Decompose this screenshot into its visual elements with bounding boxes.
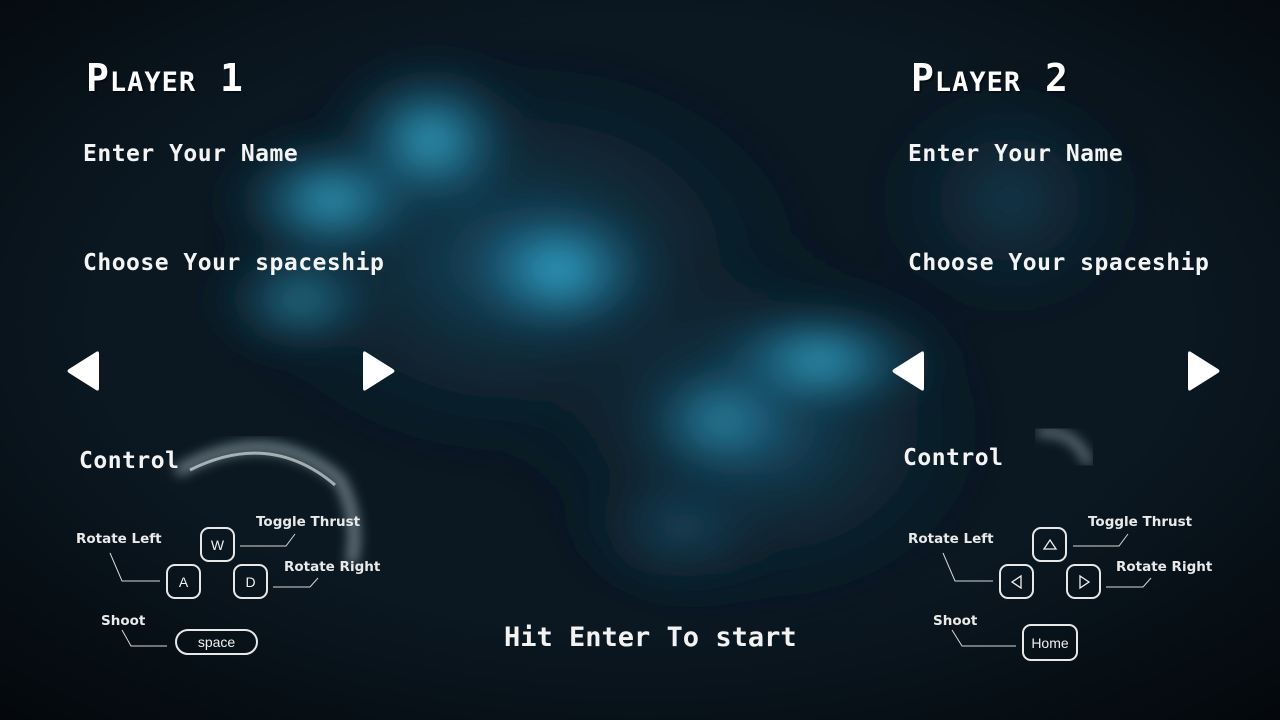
player2-rotate-right-label: Rotate Right [1116, 559, 1213, 575]
player1-key-left: A [166, 564, 201, 599]
player1-key-shoot: space [175, 629, 258, 655]
chevron-right-icon [1188, 351, 1220, 391]
player2-name-label: Enter Your Name [908, 141, 1124, 167]
triangle-left-icon [1010, 574, 1022, 589]
player1-shoot-label: Shoot [101, 613, 146, 629]
player2-key-right [1066, 564, 1101, 599]
triangle-right-icon [1078, 574, 1090, 589]
player1-key-thrust: W [200, 527, 235, 562]
player2-title: Player 2 [911, 56, 1069, 100]
player2-control-label: Control [903, 445, 1004, 471]
player2-shoot-label: Shoot [933, 613, 978, 629]
triangle-up-icon [1042, 538, 1057, 550]
start-prompt: Hit Enter To start [504, 622, 797, 653]
player1-toggle-thrust-label: Toggle Thrust [256, 514, 361, 530]
player2-toggle-thrust-label: Toggle Thrust [1088, 514, 1193, 530]
control-connector-lines [109, 533, 1152, 647]
player1-key-right: D [233, 564, 268, 599]
player2-next-ship-button[interactable] [1187, 348, 1221, 394]
player1-title: Player 1 [86, 56, 244, 100]
player2-rotate-left-label: Rotate Left [908, 531, 994, 547]
game-setup-screen: Player 1 Enter Your Name Choose Your spa… [0, 0, 1280, 720]
player2-ship-label: Choose Your spaceship [908, 250, 1210, 276]
chevron-left-icon [67, 351, 99, 391]
player1-rotate-left-label: Rotate Left [76, 531, 162, 547]
player2-key-shoot: Home [1022, 624, 1078, 661]
chevron-left-icon [892, 351, 924, 391]
player1-next-ship-button[interactable] [362, 348, 396, 394]
player1-ship-label: Choose Your spaceship [83, 250, 385, 276]
player1-rotate-right-label: Rotate Right [284, 559, 381, 575]
player2-prev-ship-button[interactable] [891, 348, 925, 394]
player2-key-thrust [1032, 527, 1067, 562]
player1-prev-ship-button[interactable] [66, 348, 100, 394]
chevron-right-icon [363, 351, 395, 391]
player2-key-left [999, 564, 1034, 599]
player1-control-label: Control [79, 448, 180, 474]
player1-name-label: Enter Your Name [83, 141, 299, 167]
